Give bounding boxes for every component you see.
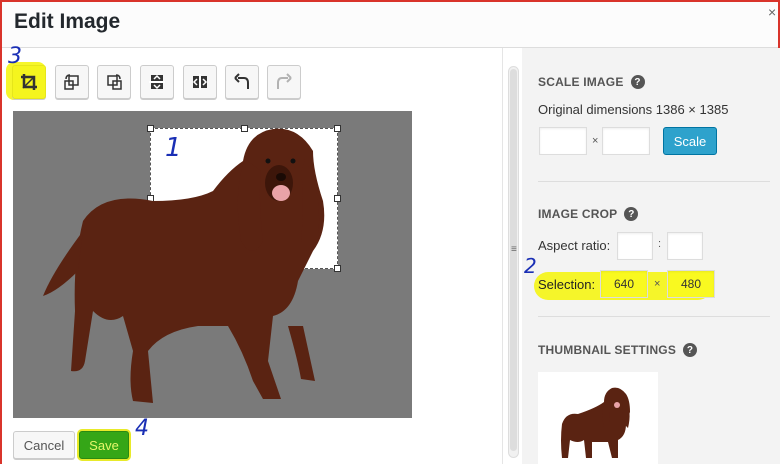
crop-title-label: IMAGE CROP xyxy=(538,207,618,221)
thumbnail-preview[interactable] xyxy=(538,372,658,464)
times-sign: × xyxy=(592,135,599,147)
aspect-width-input[interactable] xyxy=(617,232,653,260)
original-dimensions: Original dimensions 1386 × 1385 xyxy=(538,102,729,117)
divider xyxy=(538,181,770,182)
dog-photo xyxy=(43,128,325,403)
thumbnail-title-label: THUMBNAIL SETTINGS xyxy=(538,343,677,357)
close-icon[interactable]: × xyxy=(768,4,778,20)
help-icon[interactable]: ? xyxy=(683,343,698,357)
help-icon[interactable]: ? xyxy=(624,207,639,221)
scale-width-input[interactable] xyxy=(539,127,587,155)
crop-icon xyxy=(21,74,37,90)
flip-vertical-button[interactable] xyxy=(140,65,174,99)
annotation-2: 2 xyxy=(524,254,537,278)
annotation-1: 1 xyxy=(165,133,182,163)
panel-divider: ≡ xyxy=(502,48,522,464)
scrollbar[interactable] xyxy=(508,66,519,458)
redo-button[interactable] xyxy=(267,65,301,99)
scale-title-label: SCALE IMAGE xyxy=(538,75,624,89)
rotate-left-icon xyxy=(64,74,79,90)
aspect-height-input[interactable] xyxy=(667,232,703,260)
sidebar: SCALE IMAGE ? Original dimensions 1386 ×… xyxy=(522,48,780,464)
titlebar: Edit Image × xyxy=(2,2,778,48)
undo-button[interactable] xyxy=(225,65,259,99)
redo-icon xyxy=(277,73,292,89)
editor-main: 3 1 Cancel Save 4 xyxy=(2,44,502,464)
undo-icon xyxy=(234,73,249,89)
save-button[interactable]: Save xyxy=(79,431,129,459)
rotate-right-icon xyxy=(107,74,122,90)
resize-grip-icon[interactable]: ≡ xyxy=(511,244,517,255)
crop-button[interactable] xyxy=(12,65,46,99)
page-title: Edit Image xyxy=(14,10,121,33)
selection-label: Selection: xyxy=(538,277,596,292)
scale-height-input[interactable] xyxy=(602,127,650,155)
times-sign: × xyxy=(654,278,661,290)
cancel-button[interactable]: Cancel xyxy=(13,431,75,459)
thumbnail-section-title: THUMBNAIL SETTINGS ? xyxy=(538,343,698,357)
selection-height-input[interactable]: 480 xyxy=(667,270,715,298)
image-canvas[interactable]: 1 xyxy=(13,111,412,418)
flip-horizontal-button[interactable] xyxy=(183,65,217,99)
aspect-ratio-label: Aspect ratio: xyxy=(538,238,611,253)
divider xyxy=(538,316,770,317)
flip-vertical-icon xyxy=(149,74,165,90)
annotation-4: 4 xyxy=(135,416,149,441)
rotate-right-button[interactable] xyxy=(97,65,131,99)
scale-button[interactable]: Scale xyxy=(663,127,717,155)
scrollbar-thumb[interactable] xyxy=(510,69,517,451)
crop-section-title: IMAGE CROP ? xyxy=(538,207,639,221)
colon-sign: : xyxy=(658,238,662,250)
flip-horizontal-icon xyxy=(192,74,208,90)
selection-width-input[interactable]: 640 xyxy=(600,270,648,298)
dog-thumbnail xyxy=(561,387,630,458)
scale-section-title: SCALE IMAGE ? xyxy=(538,75,645,89)
help-icon[interactable]: ? xyxy=(630,75,645,89)
rotate-left-button[interactable] xyxy=(55,65,89,99)
